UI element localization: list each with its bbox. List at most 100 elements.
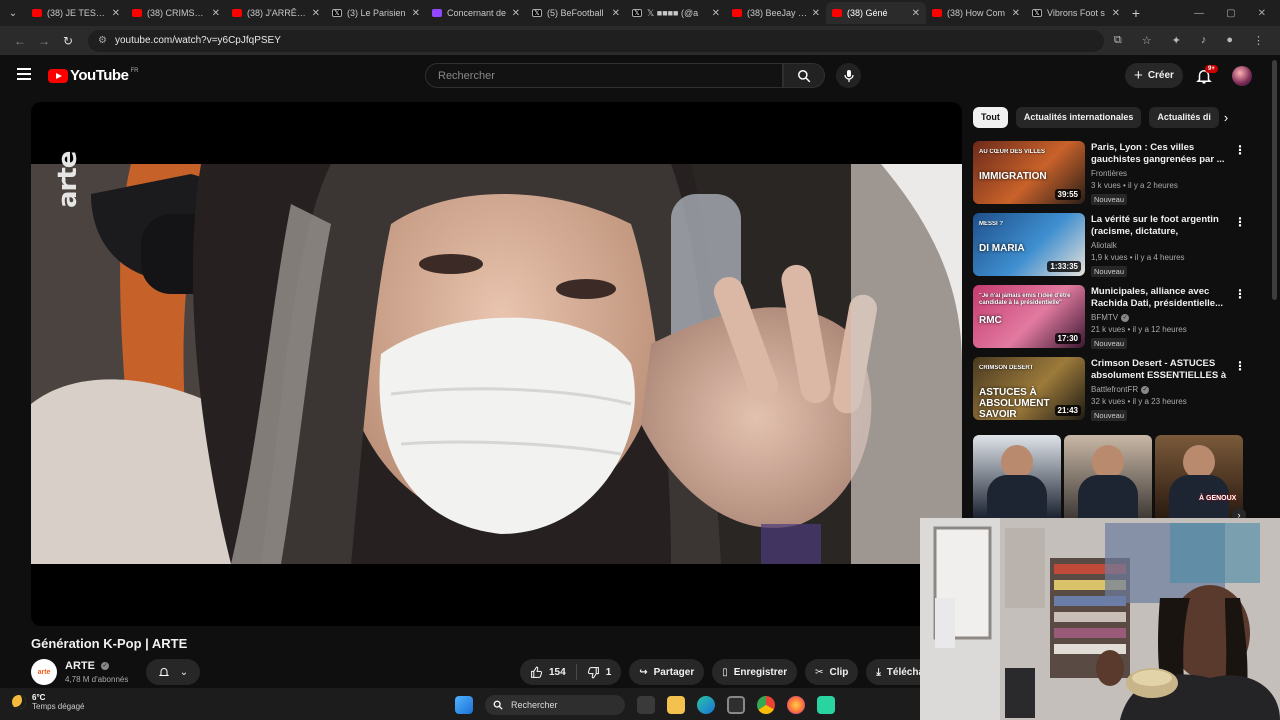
video-player[interactable]: arte <box>31 102 962 626</box>
recommendation-title[interactable]: Municipales, alliance avec Rachida Dati,… <box>1091 286 1229 310</box>
recommendation-channel[interactable]: BattlefrontFR ✓ <box>1091 385 1150 394</box>
create-button[interactable]: + Créer <box>1125 63 1183 88</box>
page-scrollbar[interactable] <box>1272 60 1277 300</box>
close-window-icon[interactable]: ✕ <box>1258 8 1266 19</box>
youtube-logo[interactable]: YouTube FR <box>48 67 138 84</box>
clip-button[interactable]: ✂ Clip <box>805 659 859 685</box>
edge-icon[interactable] <box>697 696 715 714</box>
close-tab-icon[interactable]: ✕ <box>612 8 620 19</box>
filter-chip[interactable]: Tout <box>973 107 1008 128</box>
bookmark-star-icon[interactable]: ☆ <box>1142 34 1152 47</box>
video-thumbnail[interactable]: IMMIGRATION AU CŒUR DES VILLES 39:55 <box>973 141 1085 204</box>
guide-menu-icon[interactable] <box>17 68 31 80</box>
close-tab-icon[interactable]: ✕ <box>912 8 920 19</box>
video-thumbnail[interactable]: DI MARIA MESSI ? 1:33:35 <box>973 213 1085 276</box>
close-tab-icon[interactable]: ✕ <box>512 8 520 19</box>
reload-icon[interactable]: ↻ <box>56 34 80 48</box>
video-image <box>31 164 962 564</box>
channel-row: arte ARTE ✓ 4,78 M d'abonnés ⌄ 154 1 ↪ P… <box>31 659 954 687</box>
profile-icon[interactable]: ● <box>1226 34 1233 47</box>
youtube-favicon-icon <box>232 9 242 17</box>
channel-avatar[interactable]: arte <box>31 659 57 685</box>
thumbnail-text: DI MARIA <box>979 243 1025 254</box>
search-input[interactable]: Rechercher <box>425 63 783 88</box>
taskbar-search[interactable]: Rechercher <box>485 695 625 715</box>
short-thumbnail[interactable] <box>973 435 1061 518</box>
browser-tab[interactable]: 𝕏 Vibrons Foot s ✕ <box>1026 2 1126 24</box>
short-thumbnail[interactable]: À GENOUX <box>1155 435 1243 518</box>
recommendation-title[interactable]: Paris, Lyon : Ces villes gauchistes gang… <box>1091 142 1229 166</box>
filter-chip[interactable]: Actualités di <box>1149 107 1219 128</box>
forward-icon[interactable]: → <box>32 34 56 48</box>
short-thumbnail[interactable] <box>1064 435 1152 518</box>
task-view-icon[interactable] <box>637 696 655 714</box>
more-options-icon[interactable]: ⋮ <box>1234 287 1246 301</box>
firefox-icon[interactable] <box>787 696 805 714</box>
browser-tab[interactable]: Concernant de ✕ <box>426 2 526 24</box>
recommendation-channel[interactable]: Frontières <box>1091 169 1127 178</box>
share-icon: ↪ <box>639 666 648 678</box>
recommendation-title[interactable]: Crimson Desert - ASTUCES absolument ESSE… <box>1091 358 1229 382</box>
close-tab-icon[interactable]: ✕ <box>712 8 720 19</box>
chevron-right-icon[interactable]: › <box>1218 110 1234 126</box>
install-app-icon[interactable]: ⧉ <box>1114 34 1122 47</box>
recommendation-title[interactable]: La vérité sur le foot argentin (racisme,… <box>1091 214 1229 238</box>
dislike-button[interactable]: 1 <box>577 659 622 685</box>
file-explorer-icon[interactable] <box>667 696 685 714</box>
media-control-icon[interactable]: ♪ <box>1201 34 1207 47</box>
site-info-icon[interactable]: ⚙ <box>98 35 107 46</box>
close-tab-icon[interactable]: ✕ <box>112 8 120 19</box>
address-bar[interactable]: ⚙ youtube.com/watch?v=y6CpJfqPSEY <box>88 29 1104 52</box>
weather-widget[interactable]: 6°C Temps dégagé <box>12 693 84 711</box>
voice-search-button[interactable] <box>836 63 861 88</box>
browser-tab[interactable]: (38) CRIMSON ✕ <box>126 2 226 24</box>
share-button[interactable]: ↪ Partager <box>629 659 705 685</box>
like-button[interactable]: 154 <box>520 659 576 685</box>
browser-menu-icon[interactable]: ⋮ <box>1253 34 1264 47</box>
recommendation-item[interactable]: ASTUCES À ABSOLUMENT SAVOIR CRIMSON DESER… <box>973 357 1246 423</box>
close-tab-icon[interactable]: ✕ <box>1012 8 1020 19</box>
browser-tab[interactable]: (38) BeeJay - Y ✕ <box>726 2 826 24</box>
minimize-icon[interactable]: — <box>1194 8 1204 19</box>
browser-tab[interactable]: (38) J'ARRÊTE ✕ <box>226 2 326 24</box>
browser-tab[interactable]: (38) Géné ✕ <box>826 2 926 24</box>
maximize-icon[interactable]: ▢ <box>1226 8 1235 19</box>
browser-tab[interactable]: (38) How Com ✕ <box>926 2 1026 24</box>
windows-start-icon[interactable] <box>455 696 473 714</box>
new-tab-button[interactable]: + <box>1126 5 1146 21</box>
extensions-icon[interactable]: ✦ <box>1172 34 1181 47</box>
close-tab-icon[interactable]: ✕ <box>812 8 820 19</box>
dislike-count: 1 <box>605 666 612 678</box>
close-tab-icon[interactable]: ✕ <box>212 8 220 19</box>
more-options-icon[interactable]: ⋮ <box>1234 215 1246 229</box>
close-tab-icon[interactable]: ✕ <box>1112 8 1120 19</box>
browser-tab[interactable]: (38) JE TESTE L ✕ <box>26 2 126 24</box>
x-favicon-icon: 𝕏 <box>1032 9 1042 17</box>
channel-name-wrap[interactable]: ARTE ✓ <box>65 660 110 672</box>
recommendation-channel[interactable]: BFMTV ✓ <box>1091 313 1130 322</box>
recommendation-item[interactable]: RMC "Je n'ai jamais émis l'idée d'être ca… <box>973 285 1246 351</box>
store-icon[interactable] <box>727 696 745 714</box>
channel-name[interactable]: ARTE <box>65 660 95 672</box>
chrome-icon[interactable] <box>757 696 775 714</box>
app-icon[interactable] <box>817 696 835 714</box>
browser-tab[interactable]: 𝕏 (3) Le Parisien ✕ <box>326 2 426 24</box>
account-avatar[interactable] <box>1232 66 1252 86</box>
recommendation-channel[interactable]: Aliotalk <box>1091 241 1117 250</box>
recommendation-item[interactable]: IMMIGRATION AU CŒUR DES VILLES 39:55 Paris,… <box>973 141 1246 207</box>
save-button[interactable]: ▯ Enregistrer <box>712 659 798 685</box>
search-button[interactable] <box>783 63 825 88</box>
browser-tab[interactable]: 𝕏 𝕏 ■■■■ (@a ✕ <box>626 2 726 24</box>
subscription-button[interactable]: ⌄ <box>146 659 200 685</box>
back-icon[interactable]: ← <box>8 34 32 48</box>
recommendation-item[interactable]: DI MARIA MESSI ? 1:33:35 La vérité sur le f… <box>973 213 1246 279</box>
close-tab-icon[interactable]: ✕ <box>312 8 320 19</box>
video-thumbnail[interactable]: RMC "Je n'ai jamais émis l'idée d'être ca… <box>973 285 1085 348</box>
more-options-icon[interactable]: ⋮ <box>1234 143 1246 157</box>
browser-tab[interactable]: 𝕏 (5) BeFootball ✕ <box>526 2 626 24</box>
filter-chip[interactable]: Actualités internationales <box>1015 107 1142 128</box>
more-options-icon[interactable]: ⋮ <box>1234 359 1246 373</box>
video-thumbnail[interactable]: ASTUCES À ABSOLUMENT SAVOIR CRIMSON DESER… <box>973 357 1085 420</box>
close-tab-icon[interactable]: ✕ <box>412 8 420 19</box>
tab-search-chevron-icon[interactable]: ⌄ <box>0 0 26 26</box>
